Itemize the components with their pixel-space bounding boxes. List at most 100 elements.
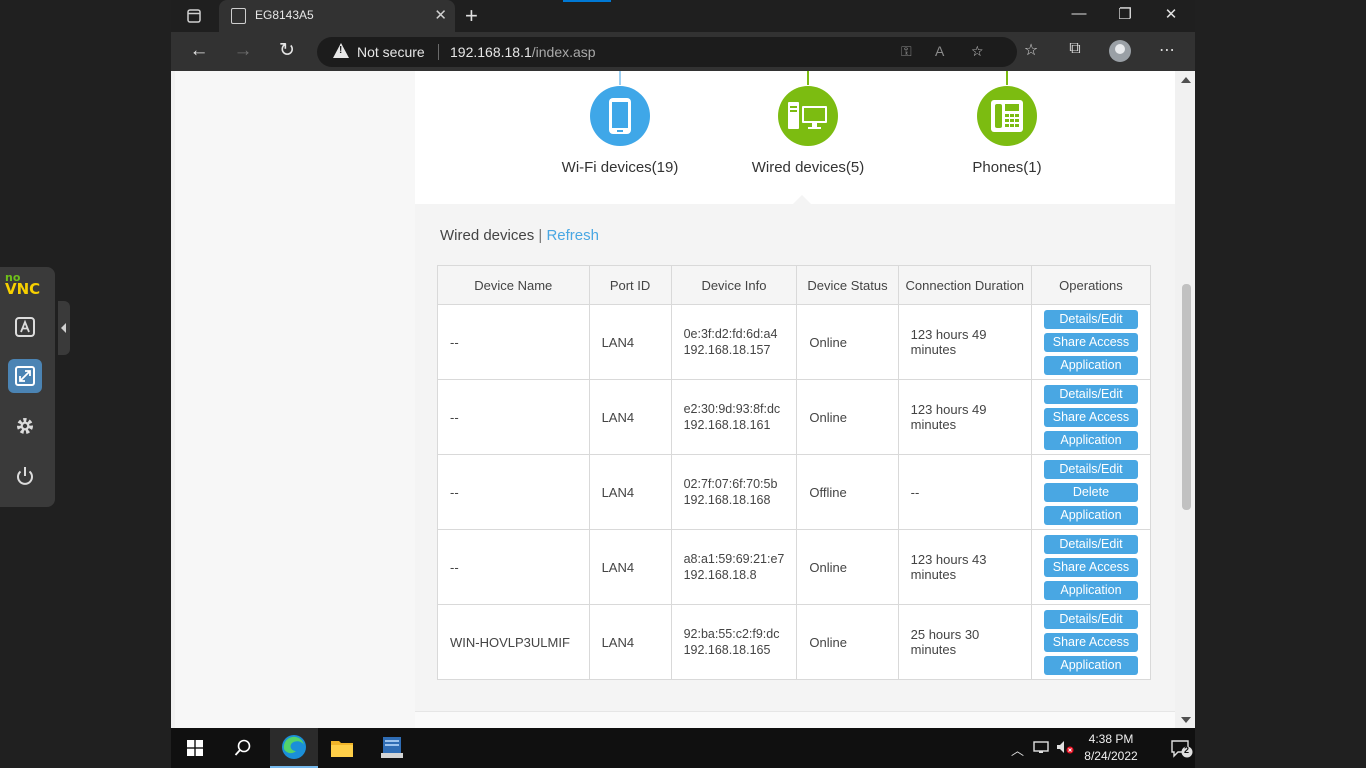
phones-label: Phones(1)	[972, 159, 1042, 176]
power-icon[interactable]	[8, 459, 42, 493]
system-clock[interactable]: 4:38 PM 8/24/2022	[1075, 731, 1147, 765]
collections-icon[interactable]: ⧉	[1063, 40, 1087, 58]
table-row: -- LAN4 0e:3f:d2:fd:6d:a4 192.168.18.157 …	[437, 304, 1152, 380]
operations-cell: Details/Edit Share Access Application	[1030, 304, 1152, 380]
section-title-text: Wired devices	[440, 227, 535, 244]
device-status: Offline	[796, 454, 899, 530]
connector-line	[619, 71, 621, 85]
action-center-icon[interactable]: 2	[1171, 740, 1193, 763]
computer-icon	[778, 86, 838, 146]
details-edit-button[interactable]: Details/Edit	[1043, 609, 1138, 629]
fullscreen-icon[interactable]	[8, 359, 42, 393]
table-header-row: Device Name Port ID Device Info Device S…	[437, 265, 1152, 305]
address-separator	[438, 44, 439, 60]
read-aloud-icon[interactable]: A	[935, 43, 944, 59]
novnc-collapse-handle[interactable]	[58, 301, 70, 355]
refresh-link[interactable]: Refresh	[546, 227, 599, 244]
application-button[interactable]: Application	[1043, 505, 1138, 525]
scroll-down-icon[interactable]	[1181, 717, 1191, 723]
port-id: LAN4	[588, 379, 672, 455]
tab-active[interactable]: EG8143A5 ✕	[219, 0, 455, 32]
ip-address: 192.168.18.161	[683, 418, 771, 432]
device-status: Online	[796, 379, 899, 455]
share-access-button[interactable]: Share Access	[1043, 632, 1138, 652]
header-device-status: Device Status	[796, 265, 899, 305]
title-separator: |	[538, 227, 543, 244]
edge-browser-icon[interactable]	[270, 728, 318, 768]
key-icon[interactable]: ⚿	[901, 43, 912, 60]
ip-address: 192.168.18.165	[683, 643, 771, 657]
device-status: Online	[796, 529, 899, 605]
address-bar[interactable]: Not secure 192.168.18.1/index.asp ⚿ A ☆	[317, 37, 1017, 67]
header-port-id: Port ID	[588, 265, 672, 305]
scroll-thumb[interactable]	[1182, 284, 1191, 510]
details-edit-button[interactable]: Details/Edit	[1043, 459, 1138, 479]
wifi-devices-node[interactable]: Wi-Fi devices(19)	[520, 71, 720, 176]
device-status: Online	[796, 304, 899, 380]
mac-address: 02:7f:07:6f:70:5b	[683, 477, 778, 491]
start-windows-icon[interactable]	[171, 728, 219, 768]
device-name: --	[437, 454, 590, 530]
search-icon[interactable]	[219, 728, 267, 768]
device-name: --	[437, 304, 590, 380]
page-scrollbar[interactable]	[1177, 71, 1195, 728]
phones-node[interactable]: Phones(1)	[907, 71, 1107, 176]
application-button[interactable]: Application	[1043, 655, 1138, 675]
url-path: /index.asp	[531, 44, 596, 60]
new-tab-icon[interactable]: +	[465, 3, 478, 29]
close-window-icon[interactable]: ✕	[1148, 5, 1194, 23]
mac-address: a8:a1:59:69:21:e7	[683, 552, 785, 566]
back-icon[interactable]: ←	[185, 39, 213, 63]
share-access-button[interactable]: Share Access	[1043, 332, 1138, 352]
restore-icon[interactable]: ❐	[1102, 5, 1148, 23]
file-explorer-icon[interactable]	[318, 728, 366, 768]
tab-strip: EG8143A5 ✕ + — ❐ ✕	[171, 0, 1195, 32]
port-id: LAN4	[588, 604, 672, 680]
wifi-devices-label: Wi-Fi devices(19)	[561, 159, 679, 176]
application-button[interactable]: Application	[1043, 430, 1138, 450]
forward-icon[interactable]: →	[229, 39, 257, 63]
network-icon[interactable]	[1033, 740, 1049, 757]
share-access-button[interactable]: Share Access	[1043, 407, 1138, 427]
show-hidden-icons-icon[interactable]: ︿	[1011, 740, 1024, 759]
scroll-up-icon[interactable]	[1181, 77, 1191, 83]
phone-icon	[590, 86, 650, 146]
keyboard-icon[interactable]	[8, 310, 42, 344]
more-menu-icon[interactable]: ⋯	[1155, 40, 1179, 60]
mac-address: e2:30:9d:93:8f:dc	[683, 402, 781, 416]
close-tab-icon[interactable]: ✕	[434, 6, 447, 24]
windows-taskbar: ︿ 4:38 PM 8/24/2022 2	[171, 728, 1195, 768]
application-button[interactable]: Application	[1043, 355, 1138, 375]
section-title: Wired devices | Refresh	[440, 227, 599, 244]
details-edit-button[interactable]: Details/Edit	[1043, 309, 1138, 329]
port-id: LAN4	[588, 304, 672, 380]
reload-icon[interactable]: ↻	[273, 39, 301, 63]
ip-address: 192.168.18.168	[683, 493, 771, 507]
details-edit-button[interactable]: Details/Edit	[1043, 384, 1138, 404]
favorites-icon[interactable]: ☆	[1019, 40, 1043, 60]
table-row: -- LAN4 02:7f:07:6f:70:5b 192.168.18.168 …	[437, 454, 1152, 530]
tab-actions-icon[interactable]	[181, 6, 207, 26]
wired-devices-table: Device Name Port ID Device Info Device S…	[437, 265, 1152, 680]
details-edit-button[interactable]: Details/Edit	[1043, 534, 1138, 554]
wired-devices-node[interactable]: Wired devices(5)	[708, 71, 908, 176]
application-button[interactable]: Application	[1043, 580, 1138, 600]
operations-cell: Details/Edit Share Access Application	[1030, 604, 1152, 680]
connection-duration: 25 hours 30 minutes	[897, 604, 1032, 680]
device-name: --	[437, 529, 590, 605]
operations-cell: Details/Edit Share Access Application	[1030, 379, 1152, 455]
profile-avatar[interactable]	[1109, 40, 1131, 62]
device-info: 92:ba:55:c2:f9:dc 192.168.18.165	[670, 604, 798, 680]
novnc-logo-vnc: VNC	[5, 280, 41, 298]
delete-button[interactable]: Delete	[1043, 482, 1138, 502]
device-name: --	[437, 379, 590, 455]
tab-accent-bar	[563, 0, 611, 2]
connector-line	[807, 71, 809, 85]
server-manager-icon[interactable]	[368, 728, 416, 768]
share-access-button[interactable]: Share Access	[1043, 557, 1138, 577]
minimize-icon[interactable]: —	[1056, 5, 1102, 22]
not-secure-label: Not secure	[357, 44, 425, 60]
volume-muted-icon[interactable]	[1056, 740, 1074, 757]
add-favorite-icon[interactable]: ☆	[971, 43, 984, 60]
settings-gear-icon[interactable]	[8, 409, 42, 443]
